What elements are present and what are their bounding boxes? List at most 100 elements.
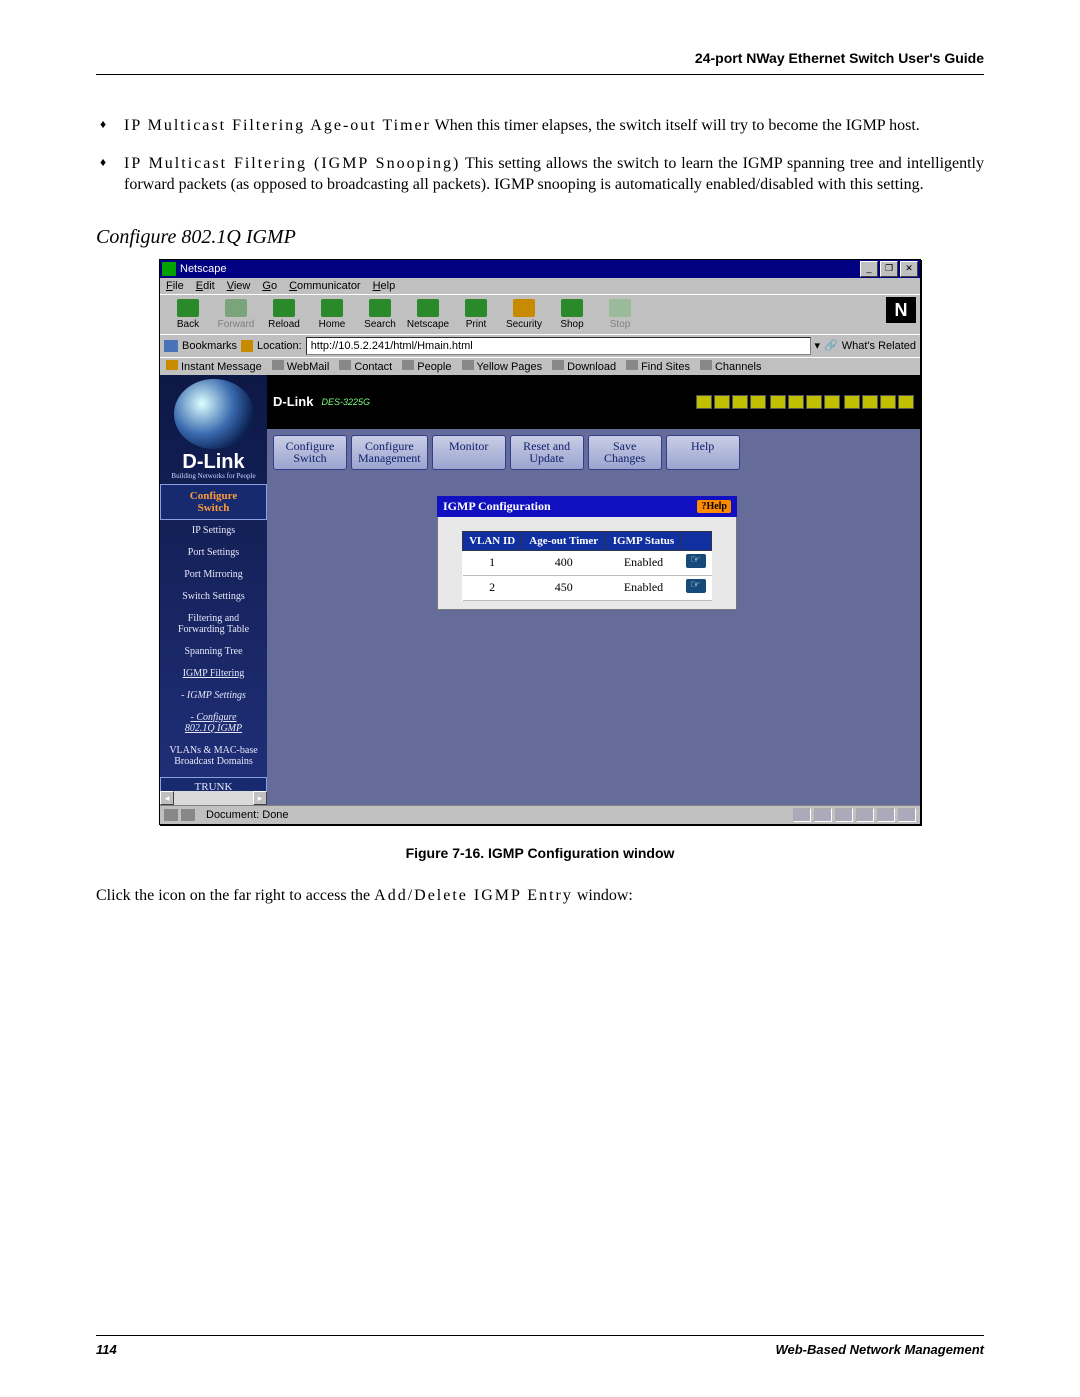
menu-communicator[interactable]: Communicator: [289, 280, 361, 292]
sidebar-item-filtering-and[interactable]: Filtering and Forwarding Table: [160, 608, 267, 641]
bullet-item: IP Multicast Filtering (IGMP Snooping) T…: [124, 153, 984, 196]
body-term: Add/Delete IGMP Entry: [374, 887, 573, 904]
netscape-button[interactable]: Netscape: [404, 297, 452, 334]
nav-configure-button[interactable]: Configure Management: [351, 435, 428, 470]
footer-section: Web-Based Network Management: [775, 1342, 984, 1357]
quicklink-people[interactable]: People: [402, 360, 451, 373]
menu-view[interactable]: View: [227, 280, 251, 292]
print-icon: [465, 299, 487, 317]
main-panel: D-Link DES-3225G Configure SwitchConfigu…: [267, 375, 920, 805]
table-row: 1400Enabled: [463, 550, 712, 575]
back-icon: [177, 299, 199, 317]
back-button[interactable]: Back: [164, 297, 212, 334]
scroll-track[interactable]: [174, 791, 253, 805]
maximize-button[interactable]: ❐: [880, 261, 898, 277]
sidebar-item-port-mirroring[interactable]: Port Mirroring: [160, 564, 267, 586]
menu-edit[interactable]: Edit: [196, 280, 215, 292]
bookmarks-label[interactable]: Bookmarks: [182, 340, 237, 352]
nav-configure-button[interactable]: Configure Switch: [273, 435, 347, 470]
panel-help-label: Help: [706, 501, 727, 512]
sidebar-item-igmp-filtering[interactable]: IGMP Filtering: [160, 663, 267, 685]
nav-reset-and-button[interactable]: Reset and Update: [510, 435, 584, 470]
cell-status: Enabled: [606, 575, 682, 600]
dlink-logo: D-Link: [160, 451, 267, 474]
location-label: Location:: [257, 340, 302, 352]
tool-label: Home: [308, 319, 356, 330]
menubar: File Edit View Go Communicator Help: [160, 278, 920, 294]
quicklink-icon: [402, 360, 414, 370]
device-brand: D-Link: [273, 394, 313, 409]
bullet-term: IP Multicast Filtering Age-out Timer: [124, 117, 431, 134]
nav-save-button[interactable]: Save Changes: [588, 435, 662, 470]
dropdown-icon[interactable]: ▾: [815, 339, 821, 352]
panel-title-bar: IGMP Configuration ?Help: [437, 496, 737, 517]
print-button[interactable]: Print: [452, 297, 500, 334]
tool-label: Security: [500, 319, 548, 330]
tool-label: Netscape: [404, 319, 452, 330]
edit-entry-icon[interactable]: [686, 579, 706, 593]
tray-icon: [814, 808, 832, 822]
page-header: 24-port NWay Ethernet Switch User's Guid…: [96, 50, 984, 75]
sidebar-hscroll[interactable]: ◂ ▸: [160, 791, 267, 805]
scroll-left-button[interactable]: ◂: [160, 791, 174, 805]
section-title: Configure 802.1Q IGMP: [96, 226, 984, 249]
quicklink-instant-message[interactable]: Instant Message: [166, 360, 262, 373]
nav-monitor-button[interactable]: Monitor: [432, 435, 506, 470]
sidebar-item-igmp-settings[interactable]: IGMP Settings: [160, 685, 267, 707]
home-button[interactable]: Home: [308, 297, 356, 334]
close-button[interactable]: ✕: [900, 261, 918, 277]
quicklink-channels[interactable]: Channels: [700, 360, 761, 373]
location-input[interactable]: http://10.5.2.241/html/Hmain.html: [306, 337, 811, 355]
toolbar: BackForwardReloadHomeSearchNetscapePrint…: [160, 294, 920, 334]
quicklink-contact[interactable]: Contact: [339, 360, 392, 373]
menu-file[interactable]: File: [166, 280, 184, 292]
igmp-panel: IGMP Configuration ?Help VLAN IDAge-out …: [437, 496, 737, 610]
stop-icon: [609, 299, 631, 317]
nav-help-button[interactable]: Help: [666, 435, 740, 470]
quicklink-download[interactable]: Download: [552, 360, 616, 373]
sidebar-item-switch-settings[interactable]: Switch Settings: [160, 586, 267, 608]
scroll-right-button[interactable]: ▸: [253, 791, 267, 805]
sidebar-item-vlans-mac-base[interactable]: VLANs & MAC-base Broadcast Domains: [160, 740, 267, 773]
location-bar: Bookmarks Location: http://10.5.2.241/ht…: [160, 334, 920, 357]
panel-help-button[interactable]: ?Help: [697, 500, 731, 513]
quicklink-find-sites[interactable]: Find Sites: [626, 360, 690, 373]
whats-related-icon[interactable]: 🔗: [824, 339, 838, 352]
shop-button[interactable]: Shop: [548, 297, 596, 334]
window-title: Netscape: [180, 263, 226, 275]
sidebar-item-ip-settings[interactable]: IP Settings: [160, 520, 267, 542]
sidebar-head-configure-switch[interactable]: Configure Switch: [160, 484, 267, 520]
body-text: Click the icon on the far right to acces…: [96, 885, 984, 907]
nav-buttons: Configure SwitchConfigure ManagementMoni…: [267, 429, 920, 476]
port-group-1: [696, 395, 766, 409]
netscape-icon: [162, 262, 176, 276]
bookmarks-icon[interactable]: [164, 340, 178, 352]
cell-age: 400: [522, 550, 606, 575]
tray-icon: [856, 808, 874, 822]
table-row: 2450Enabled: [463, 575, 712, 600]
search-button[interactable]: Search: [356, 297, 404, 334]
minimize-button[interactable]: _: [860, 261, 878, 277]
quicklink-icon: [552, 360, 564, 370]
forward-icon: [225, 299, 247, 317]
sidebar-item-port-settings[interactable]: Port Settings: [160, 542, 267, 564]
security-button[interactable]: Security: [500, 297, 548, 334]
menu-go[interactable]: Go: [262, 280, 277, 292]
quicklink-webmail[interactable]: WebMail: [272, 360, 330, 373]
tool-label: Print: [452, 319, 500, 330]
whats-related-label[interactable]: What's Related: [842, 340, 916, 352]
quicklink-yellow-pages[interactable]: Yellow Pages: [462, 360, 543, 373]
cell-age: 450: [522, 575, 606, 600]
edit-entry-icon[interactable]: [686, 554, 706, 568]
page-footer: 114 Web-Based Network Management: [96, 1335, 984, 1357]
security-icon: [513, 299, 535, 317]
cell-vlan: 1: [463, 550, 522, 575]
sidebar-item-spanning-tree[interactable]: Spanning Tree: [160, 641, 267, 663]
status-icon: [181, 809, 195, 821]
status-icon: [164, 809, 178, 821]
tool-label: Reload: [260, 319, 308, 330]
menu-help[interactable]: Help: [373, 280, 396, 292]
bullet-list: IP Multicast Filtering Age-out Timer Whe…: [96, 115, 984, 196]
reload-button[interactable]: Reload: [260, 297, 308, 334]
sidebar-item-configure[interactable]: Configure 802.1Q IGMP: [160, 707, 267, 740]
